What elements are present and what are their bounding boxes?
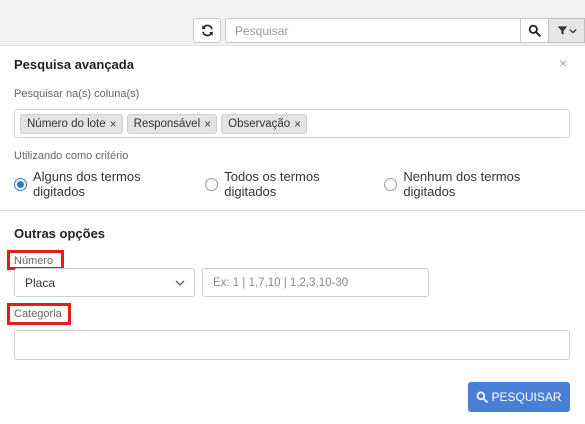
categoria-input[interactable]: [14, 330, 570, 360]
columns-label: Pesquisar na(s) coluna(s): [14, 88, 140, 100]
numero-highlight-box: [7, 250, 64, 270]
criteria-radio-group: Alguns dos termos digitados Todos os ter…: [14, 169, 585, 199]
criteria-radio-none[interactable]: Nenhum dos termos digitados: [384, 169, 575, 199]
other-options-title: Outras opções: [14, 226, 106, 241]
radio-button[interactable]: [205, 177, 219, 191]
refresh-button[interactable]: [193, 18, 221, 43]
search-input[interactable]: Pesquisar: [225, 18, 521, 43]
select-value: Placa: [25, 276, 56, 290]
top-toolbar: Pesquisar: [0, 0, 585, 46]
tag-label: Observação: [228, 117, 291, 130]
remove-tag-icon[interactable]: ×: [110, 117, 117, 131]
search-icon: [528, 24, 541, 37]
chevron-down-icon: [175, 280, 185, 286]
numero-type-select[interactable]: Placa: [14, 268, 195, 297]
criteria-radio-all[interactable]: Todos os termos digitados: [205, 169, 374, 199]
search-icon: [477, 391, 489, 403]
column-tag: Responsável ×: [126, 113, 218, 134]
columns-tag-input[interactable]: Número do lote × Responsável × Observaçã…: [14, 109, 570, 138]
remove-tag-icon[interactable]: ×: [294, 117, 301, 131]
chevron-down-icon: [568, 28, 577, 34]
criteria-label: Utilizando como critério: [14, 150, 129, 162]
radio-label: Alguns dos termos digitados: [32, 169, 141, 199]
section-divider: [0, 210, 585, 211]
column-tag: Número do lote ×: [20, 113, 123, 134]
radio-label: Todos os termos digitados: [224, 169, 320, 199]
filter-dropdown-button[interactable]: [548, 18, 585, 43]
search-submit-button[interactable]: PESQUISAR: [468, 382, 570, 412]
radio-button[interactable]: [384, 177, 398, 191]
search-button[interactable]: [520, 18, 549, 43]
categoria-highlight-box: [7, 303, 71, 325]
tag-label: Número do lote: [27, 117, 106, 130]
criteria-radio-some[interactable]: Alguns dos termos digitados: [14, 169, 195, 199]
submit-label: PESQUISAR: [491, 390, 562, 404]
column-tag: Observação ×: [221, 113, 308, 134]
radio-button[interactable]: [14, 177, 27, 191]
numero-input[interactable]: Ex: 1 | 1,7,10 | 1,2,3,10-30: [202, 268, 429, 297]
refresh-icon: [201, 24, 213, 37]
close-icon[interactable]: ×: [559, 55, 567, 71]
tag-label: Responsável: [133, 117, 201, 130]
remove-tag-icon[interactable]: ×: [204, 117, 211, 131]
filter-icon: [557, 26, 567, 35]
panel-title: Pesquisa avançada: [14, 57, 134, 72]
radio-label: Nenhum dos termos digitados: [403, 169, 521, 199]
